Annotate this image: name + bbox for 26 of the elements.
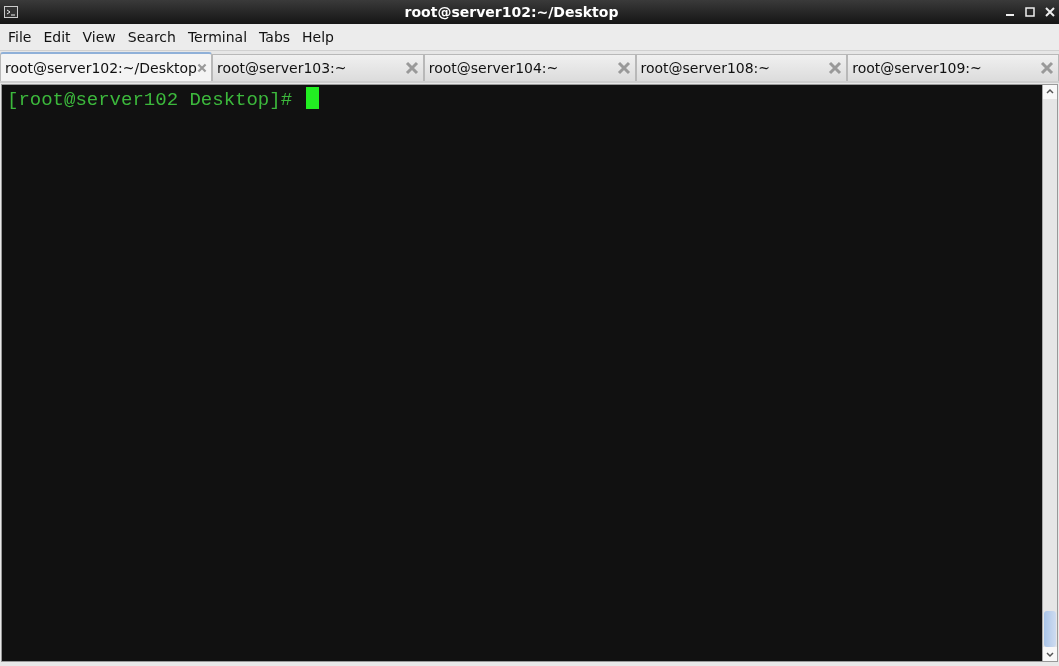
terminal-icon (4, 6, 18, 18)
scroll-up-icon[interactable] (1043, 85, 1057, 99)
menu-item[interactable]: Terminal (181, 29, 254, 45)
window-title: root@server102:~/Desktop (403, 4, 620, 20)
terminal-tab[interactable]: root@server108:~ (635, 54, 848, 81)
tab-label: root@server108:~ (640, 60, 772, 76)
menu-item[interactable]: Edit (37, 29, 77, 45)
scrollbar[interactable] (1042, 85, 1057, 661)
menu-item[interactable]: Help (296, 29, 340, 45)
scroll-down-icon[interactable] (1043, 647, 1057, 661)
menu-item[interactable]: Search (121, 29, 182, 45)
tab-label: root@server102:~/Desktop (5, 59, 197, 76)
terminal-tab[interactable]: root@server109:~ (847, 54, 1059, 81)
tab-label: root@server104:~ (428, 60, 560, 76)
tab-label: root@server103:~ (217, 60, 348, 76)
menu-item[interactable]: File (2, 29, 38, 45)
menu-item[interactable]: View (76, 29, 122, 45)
scroll-thumb[interactable] (1044, 611, 1056, 647)
shell-prompt: [root@server102 Desktop]# (7, 89, 293, 111)
maximize-icon[interactable] (1025, 7, 1035, 17)
terminal-tab[interactable]: root@server103:~ (212, 54, 424, 81)
menu-item[interactable]: Tabs (253, 29, 297, 45)
terminal-tab[interactable]: root@server104:~ (423, 54, 636, 81)
tab-label: root@server109:~ (852, 60, 983, 76)
text-cursor (306, 87, 320, 109)
terminal-tab[interactable]: root@server102:~/Desktop (0, 52, 212, 81)
